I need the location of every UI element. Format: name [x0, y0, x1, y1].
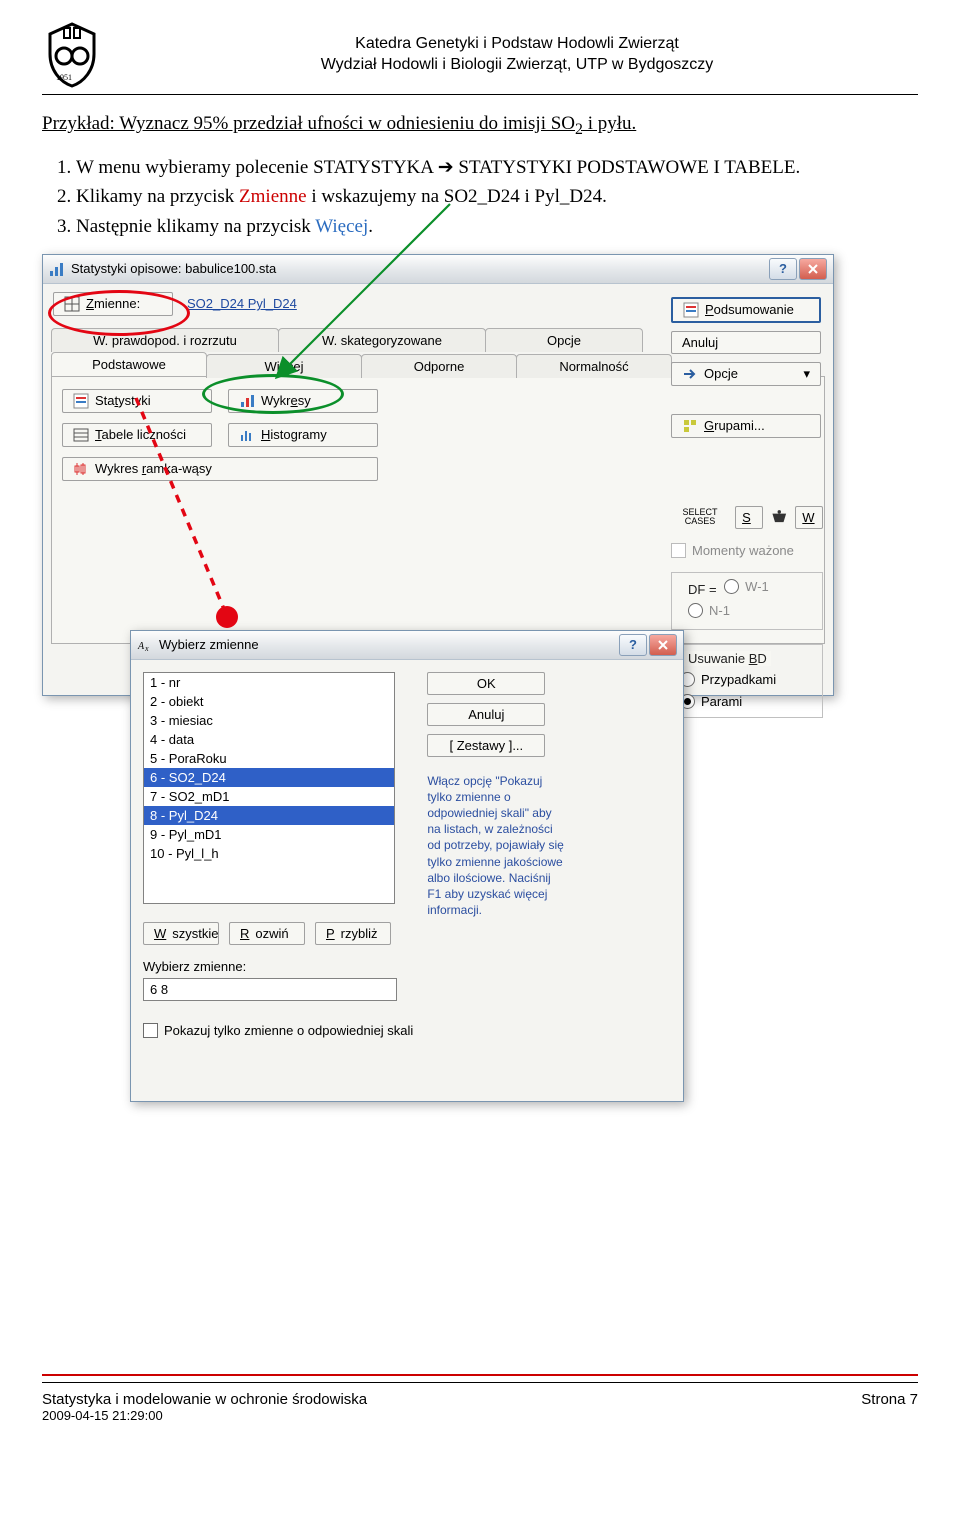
all-button[interactable]: Wszystkie: [143, 922, 219, 945]
cancel-button[interactable]: Anuluj: [671, 331, 821, 354]
step-1: W menu wybieramy polecenie STATYSTYKA ➔ …: [76, 155, 918, 181]
step-3: Następnie klikamy na przycisk Więcej.: [76, 214, 918, 240]
footer-black-rule: [42, 1382, 918, 1383]
cancel2-button[interactable]: Anuluj: [427, 703, 545, 726]
groups-icon: [682, 418, 698, 434]
tab-basic[interactable]: Podstawowe: [51, 352, 207, 376]
show-scale-check[interactable]: Pokazuj tylko zmienne o odpowiedniej ska…: [143, 1023, 413, 1038]
list-item[interactable]: 2 - obiekt: [144, 692, 394, 711]
select-vars-label: Wybierz zmienne:: [143, 959, 413, 974]
svg-text:A: A: [137, 641, 145, 652]
steps-list: W menu wybieramy polecenie STATYSTYKA ➔ …: [42, 155, 918, 240]
select-vars-field[interactable]: 6 8: [143, 978, 397, 1001]
help-button[interactable]: ?: [769, 258, 797, 280]
variables-listbox[interactable]: 1 - nr 2 - obiekt 3 - miesiac 4 - data 5…: [143, 672, 395, 904]
table-icon: [73, 427, 89, 443]
list-item[interactable]: 3 - miesiac: [144, 711, 394, 730]
dialog1-sidecol: Podsumowanie Anuluj Opcje ▾ Grupami... S…: [671, 297, 823, 718]
casewise-radio[interactable]: Przypadkami: [680, 672, 776, 687]
list-item[interactable]: 5 - PoraRoku: [144, 749, 394, 768]
select-cases-label: SELECT CASES: [671, 508, 729, 526]
university-logo-icon: 1951: [42, 20, 102, 90]
svg-text:x: x: [144, 644, 149, 653]
list-item[interactable]: 7 - SO2_mD1: [144, 787, 394, 806]
weight-icon: [769, 507, 790, 527]
step-2: Klikamy na przycisk Zmienne i wskazujemy…: [76, 184, 918, 210]
summary-button[interactable]: Podsumowanie: [671, 297, 821, 323]
page-footer: Statystyka i modelowanie w ochronie środ…: [42, 1374, 918, 1423]
close-button[interactable]: [799, 258, 827, 280]
header-separator: [42, 94, 918, 95]
stats-dialog-icon: [49, 261, 65, 277]
md-deletion-group: Usuwanie BD Przypadkami Parami: [671, 644, 823, 718]
list-item[interactable]: 6 - SO2_D24: [144, 768, 394, 787]
summary-icon: [73, 393, 89, 409]
page-header: 1951 Katedra Genetyki i Podstaw Hodowli …: [42, 20, 918, 90]
ok-button[interactable]: OK: [427, 672, 545, 695]
vars-dialog-icon: Ax: [137, 637, 153, 653]
footer-right: Strona 7: [861, 1391, 918, 1408]
footer-left: Statystyka i modelowanie w ochronie środ…: [42, 1391, 367, 1408]
footer-red-rule: [42, 1374, 918, 1376]
list-item[interactable]: 9 - Pyl_mD1: [144, 825, 394, 844]
dialog2-title: Wybierz zmienne: [159, 637, 619, 652]
df-group: DF = W-1 N-1: [671, 572, 823, 630]
pairwise-radio[interactable]: Parami: [680, 694, 742, 709]
red-ellipse-annotation: [48, 290, 190, 336]
help-text: Włącz opcję "Pokazuj tylko zmienne o odp…: [427, 773, 565, 919]
close2-button[interactable]: [649, 634, 677, 656]
list-item[interactable]: 10 - Pyl_l_h: [144, 844, 394, 863]
screenshot-composite: Statystyki opisowe: babulice100.sta ? Zm…: [42, 254, 918, 1214]
list-item[interactable]: 8 - Pyl_D24: [144, 806, 394, 825]
list-item[interactable]: 1 - nr: [144, 673, 394, 692]
options-button[interactable]: Opcje ▾: [671, 362, 821, 386]
weighted-moments-check[interactable]: Momenty ważone: [671, 543, 823, 558]
example-heading: Przykład: Wyznacz 95% przedział ufności …: [42, 113, 918, 139]
tab-normality[interactable]: Normalność: [516, 354, 672, 378]
red-dot-annotation: [216, 606, 238, 628]
help2-button[interactable]: ?: [619, 634, 647, 656]
by-groups-button[interactable]: Grupami...: [671, 414, 821, 438]
opt-arrow-icon: [682, 366, 698, 382]
svg-text:1951: 1951: [56, 73, 72, 82]
header-line2: Wydział Hodowli i Biologii Zwierząt, UTP…: [116, 55, 918, 76]
header-line1: Katedra Genetyki i Podstaw Hodowli Zwier…: [116, 34, 918, 55]
list-item[interactable]: 4 - data: [144, 730, 394, 749]
select-variables-dialog: Ax Wybierz zmienne ? 1 - nr 2 - obiekt 3…: [130, 630, 684, 1102]
green-arrow-annotation: [270, 198, 470, 384]
red-dashed-arrow-annotation: [122, 392, 242, 632]
histograms-button[interactable]: Histogramy: [228, 423, 378, 447]
tab-options[interactable]: Opcje: [485, 328, 643, 352]
weight-button[interactable]: W: [795, 506, 823, 529]
summary2-icon: [683, 302, 699, 318]
footer-timestamp: 2009-04-15 21:29:00: [42, 1408, 918, 1423]
boxplot-icon: [73, 461, 89, 477]
select-cases-button[interactable]: S: [735, 506, 763, 529]
spread-button[interactable]: Rozwiń: [229, 922, 305, 945]
zoom-button[interactable]: Przybliż: [315, 922, 391, 945]
bundles-button[interactable]: [ Zestawy ]...: [427, 734, 545, 757]
dialog2-titlebar: Ax Wybierz zmienne ?: [131, 631, 683, 660]
